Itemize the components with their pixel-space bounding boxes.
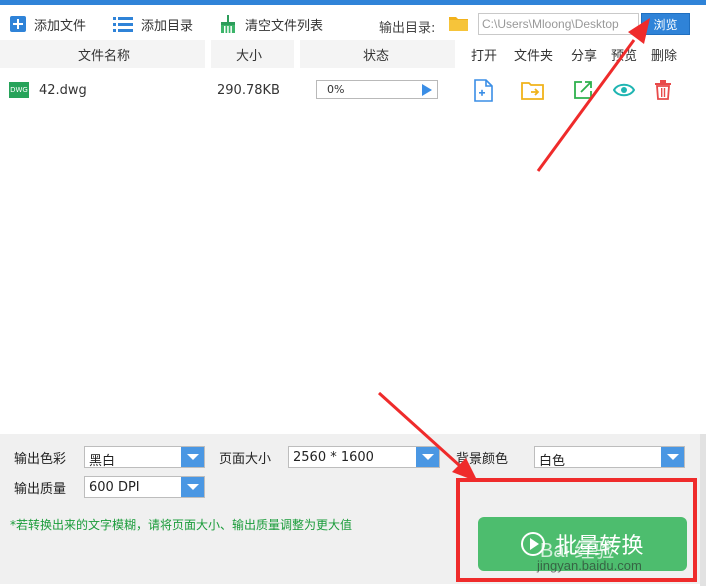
annotation-arrow-browse [536,18,650,172]
annotation-arrow-convert [377,391,478,482]
annotation-highlight-box [456,478,697,582]
